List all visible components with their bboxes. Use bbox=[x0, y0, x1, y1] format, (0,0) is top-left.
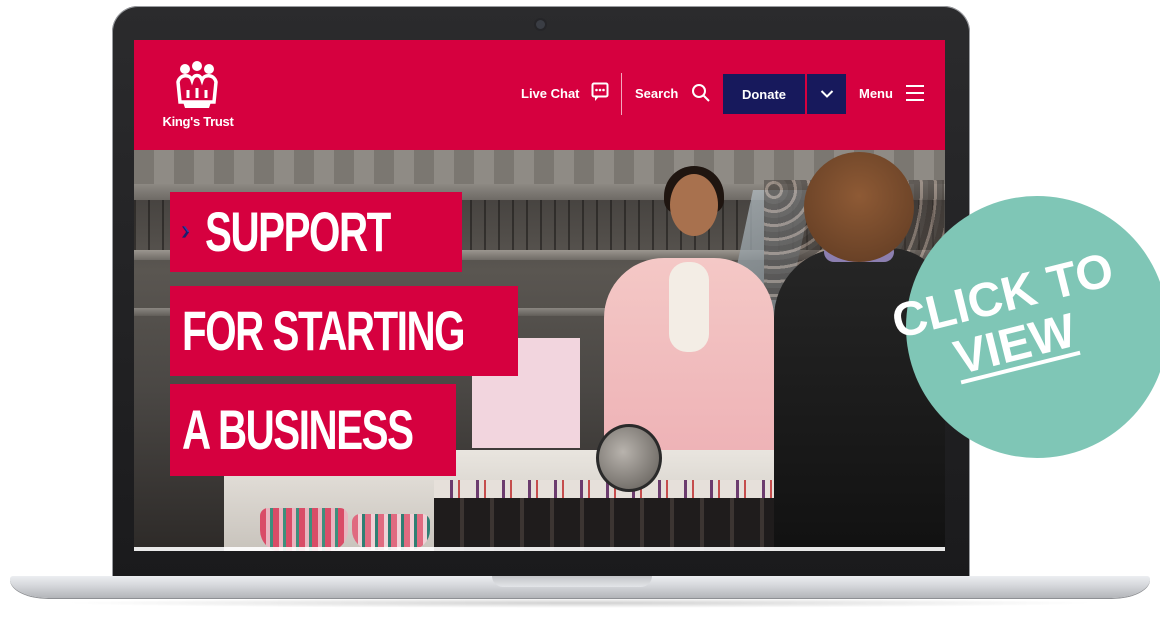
donate-dropdown-button[interactable] bbox=[807, 74, 846, 114]
site-logo[interactable]: King's Trust bbox=[160, 60, 234, 132]
chevron-down-icon bbox=[820, 90, 833, 98]
hamburger-menu-icon[interactable] bbox=[905, 83, 925, 103]
site-header: King's Trust Live Chat Search Donate Men… bbox=[134, 40, 945, 150]
laptop-notch bbox=[492, 576, 652, 587]
crown-logo-icon bbox=[176, 61, 218, 108]
chat-icon[interactable] bbox=[591, 82, 609, 102]
hero-title-line-2: FOR STARTING bbox=[170, 286, 518, 376]
donate-button[interactable]: Donate bbox=[723, 74, 805, 114]
search-icon[interactable] bbox=[691, 83, 711, 103]
click-to-view-badge[interactable]: CLICK TO VIEW bbox=[887, 196, 1160, 458]
laptop-shadow bbox=[60, 598, 1100, 608]
hero-title-line-3: A BUSINESS bbox=[170, 384, 456, 476]
nav-divider bbox=[621, 73, 622, 115]
search-link[interactable]: Search bbox=[635, 86, 678, 101]
menu-link[interactable]: Menu bbox=[859, 86, 893, 101]
laptop-screen: King's Trust Live Chat Search Donate Men… bbox=[134, 40, 945, 551]
hero-title-line-1: SUPPORT bbox=[170, 192, 462, 272]
chevron-right-icon bbox=[182, 226, 190, 238]
logo-text: King's Trust bbox=[162, 114, 234, 129]
live-chat-link[interactable]: Live Chat bbox=[521, 86, 580, 101]
camera-icon bbox=[536, 20, 545, 29]
